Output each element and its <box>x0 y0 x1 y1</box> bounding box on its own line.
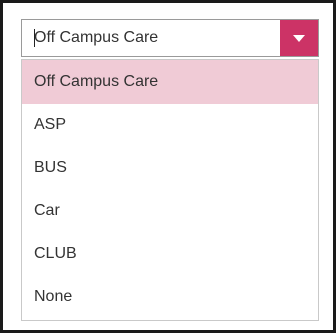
dropdown-options-list: Off Campus Care ASP BUS Car CLUB None <box>21 59 319 321</box>
dropdown-frame: Off Campus Care Off Campus Care ASP BUS … <box>0 0 336 333</box>
text-cursor <box>34 29 35 47</box>
option-club[interactable]: CLUB <box>22 232 318 276</box>
option-asp[interactable]: ASP <box>22 103 318 147</box>
option-off-campus-care[interactable]: Off Campus Care <box>22 60 318 104</box>
transport-select[interactable]: Off Campus Care <box>21 19 319 57</box>
option-car[interactable]: Car <box>22 189 318 233</box>
dropdown-toggle-button[interactable] <box>280 20 318 56</box>
option-bus[interactable]: BUS <box>22 146 318 190</box>
triangle-down-icon <box>293 35 305 42</box>
option-none[interactable]: None <box>22 275 318 319</box>
select-value[interactable]: Off Campus Care <box>34 20 158 56</box>
